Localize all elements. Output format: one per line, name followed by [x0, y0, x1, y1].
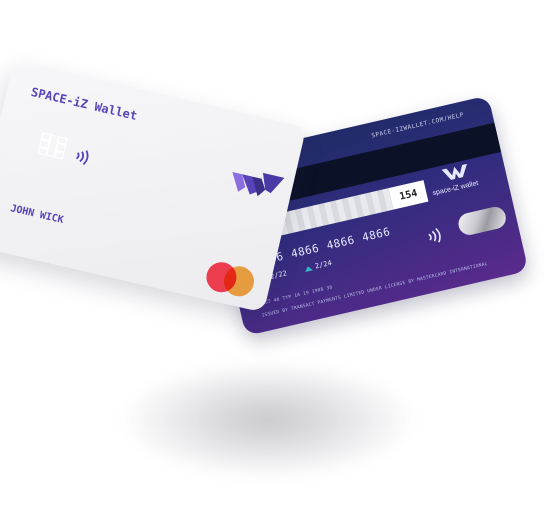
card-number-group: 4866: [289, 241, 321, 261]
space-iz-logo-icon: [227, 164, 285, 207]
card-front: SPACE-iZ Wallet JOHN WICK: [0, 60, 307, 313]
cvv-code: 154: [388, 180, 429, 210]
contactless-icon: [71, 146, 92, 171]
triangle-icon: [303, 264, 313, 272]
cards-shadow: [118, 360, 418, 480]
wallet-title: SPACE-iZ Wallet: [29, 84, 139, 123]
hologram-icon: [456, 204, 509, 238]
expiry-date-2: 2/24: [303, 259, 333, 273]
card-number-group: 4866: [360, 225, 392, 245]
fine-print-2: ISSUED BY TRANSACT PAYMENTS LIMITED UNDE…: [261, 261, 489, 319]
cardholder-name: JOHN WICK: [9, 203, 65, 227]
mastercard-logo: [203, 259, 261, 302]
contactless-icon: [425, 226, 446, 251]
chip-icon: [37, 131, 69, 163]
card-number-group: 4866: [325, 233, 357, 253]
